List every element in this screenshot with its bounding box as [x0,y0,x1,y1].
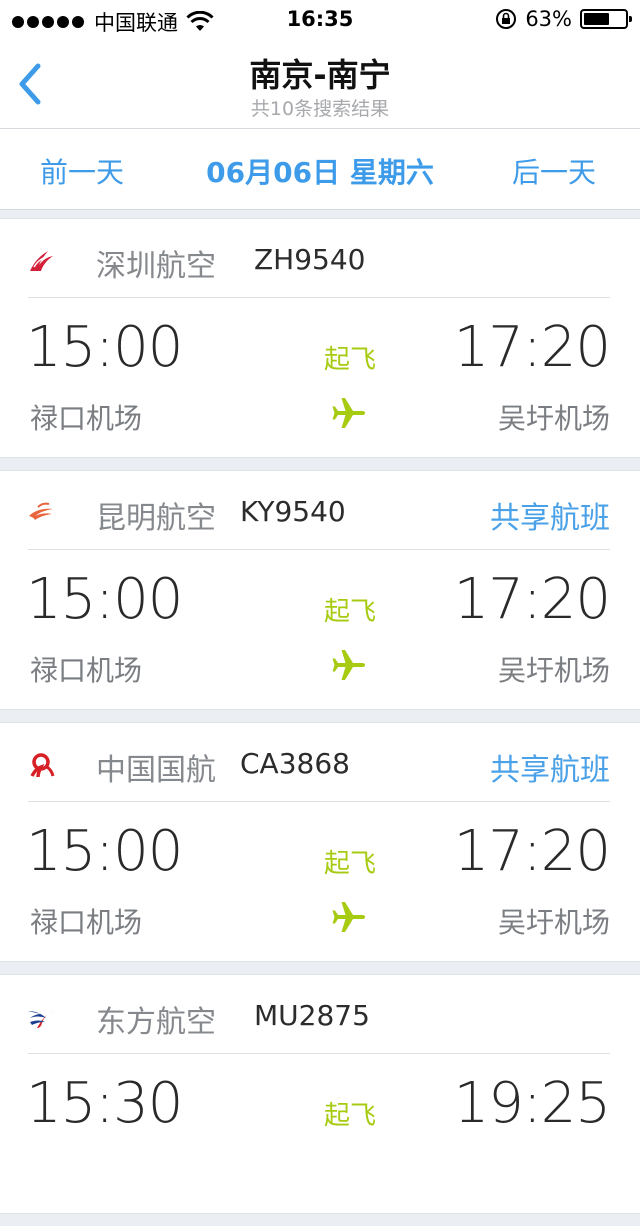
airplane-icon [332,902,365,932]
flight-number: KY9540 [240,495,346,528]
airline-name: 深圳航空 [96,249,216,284]
arrival-time: 17:20 [453,315,611,380]
flight-number: MU2875 [254,999,370,1032]
china-eastern-logo-icon [28,1009,54,1028]
departure-airport: 禄口机场 [30,654,143,687]
status-bar: 中国联通 16:35 63% [0,0,640,40]
airline-name: 东方航空 [96,1005,216,1040]
card-divider [28,1053,610,1054]
date-selector: 前一天 06月06日 星期六 后一天 [0,129,640,210]
card-divider [28,549,610,550]
flight-number: CA3868 [240,747,350,780]
arrival-airport: 吴圩机场 [497,654,610,687]
page-title: 南京-南宁 [249,56,391,94]
flight-number: ZH9540 [254,243,366,276]
shenzhen-airlines-logo-icon [30,251,53,271]
arrival-time: 17:20 [453,567,611,632]
arrival-time: 17:20 [453,819,611,884]
card-divider [28,801,610,802]
card-divider [28,297,610,298]
codeshare-label[interactable]: 共享航班 [490,745,610,789]
arrival-airport: 吴圩机场 [497,906,610,939]
flight-card-header: 深圳航空 ZH9540 [0,219,640,299]
result-count: 共10条搜索结果 [250,98,390,120]
flight-card[interactable]: 昆明航空 KY9540 共享航班 15:00 起飞 17:20 禄口机场 吴圩机… [0,470,640,710]
codeshare-label[interactable]: 共享航班 [490,493,610,537]
flight-card[interactable]: 中国国航 CA3868 共享航班 15:00 起飞 17:20 禄口机场 吴圩机… [0,722,640,962]
flight-card-header: 中国国航 CA3868 共享航班 [0,723,640,803]
battery-percent: 63% [525,7,572,31]
battery-level [584,13,609,25]
airline-name: 中国国航 [96,753,216,788]
departure-airport: 禄口机场 [30,906,143,939]
air-china-logo-icon [30,753,55,778]
airline-name: 昆明航空 [96,501,216,536]
arrival-airport: 吴圩机场 [497,402,610,435]
flight-card-header: 东方航空 MU2875 [0,975,640,1055]
next-day-button[interactable]: 后一天 [512,151,596,191]
departure-airport: 禄口机场 [30,402,143,435]
flight-card-header: 昆明航空 KY9540 共享航班 [0,471,640,551]
arrival-time: 19:25 [453,1071,611,1136]
battery-icon [580,9,632,29]
airplane-icon [332,398,365,428]
flight-card[interactable]: 深圳航空 ZH9540 15:00 起飞 17:20 禄口机场 吴圩机场 [0,218,640,458]
flight-list: 深圳航空 ZH9540 15:00 起飞 17:20 禄口机场 吴圩机场 昆明航… [0,218,640,1226]
rotation-lock-icon [496,9,517,29]
nav-bar: 南京-南宁 共10条搜索结果 [0,40,640,129]
kunming-airlines-logo-icon [29,502,53,520]
status-bar-right: 63% [495,7,632,31]
flight-card[interactable]: 东方航空 MU2875 15:30 起飞 19:25 [0,974,640,1214]
airplane-icon [332,650,365,680]
